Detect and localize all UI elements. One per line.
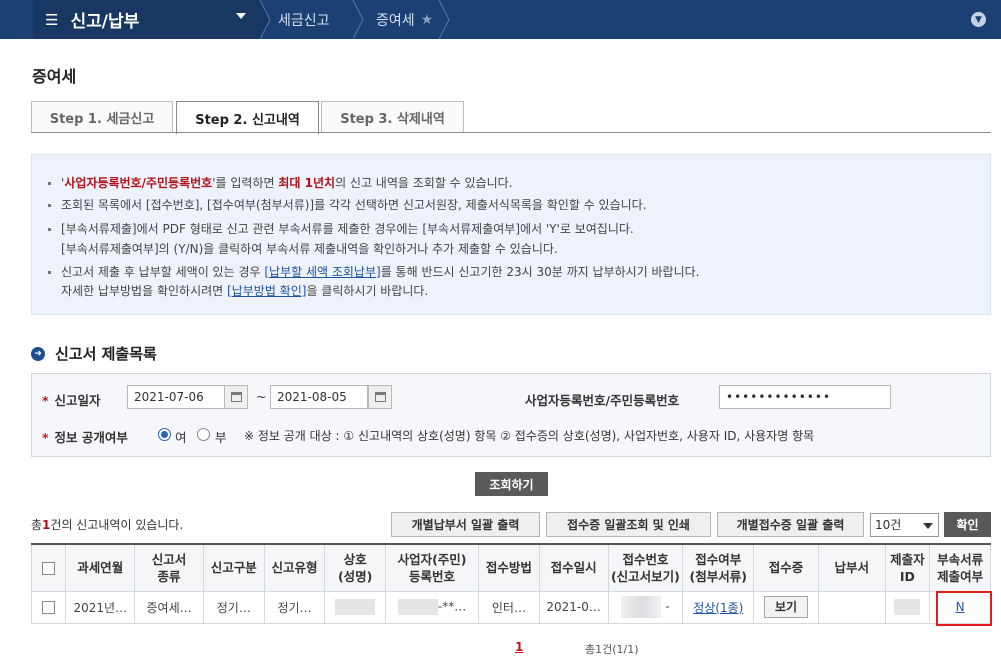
section-title: ➜ 신고서 제출목록 (31, 343, 157, 364)
id-input[interactable]: ••••••••••••• (719, 385, 891, 409)
public-note: ※ 정보 공개 대상 : ① 신고내역의 상호(성명) 항목 ② 접수증의 상호… (244, 429, 815, 443)
breadcrumb-tax-report[interactable]: 세금신고 (278, 0, 330, 39)
col-header: 부속서류 제출여부 (929, 543, 991, 592)
info-line: 조회된 목록에서 [접수번호], [접수여부(첨부서류)]를 각각 선택하면 신… (48, 196, 647, 213)
calendar-icon[interactable] (224, 385, 248, 409)
cell-method: 인터… (478, 590, 540, 624)
info-line: 신고서 제출 후 납부할 세액이 있는 경우 [납부할 세액 조회납부]를 통해… (48, 263, 700, 280)
info-line: '사업자등록번호/주민등록번호'를 입력하면 최대 1년치의 신고 내역을 조회… (48, 174, 513, 191)
info-line: 자세한 납부방법을 확인하시려면 [납부방법 확인]을 클릭하시기 바랍니다. (61, 284, 429, 298)
row-checkbox-cell[interactable] (30, 590, 67, 624)
public-yes-radio[interactable] (158, 428, 171, 441)
expand-icon[interactable]: ▼ (971, 12, 986, 27)
col-header: 접수일시 (538, 543, 609, 592)
cell-category: 정기… (202, 590, 265, 624)
highlight-box (936, 591, 992, 626)
col-header: 과세연월 (65, 543, 136, 592)
page-info: 총1건(1/1) (585, 643, 639, 656)
col-header: 상호 (성명) (324, 543, 387, 592)
breadcrumb-separator-icon (258, 0, 270, 39)
batch-payment-print-button[interactable]: 개별납부서 일괄 출력 (391, 512, 540, 537)
public-label: * 정보 공개여부 (42, 430, 128, 445)
cell-receipt-no[interactable]: - (607, 590, 684, 624)
section-title-label: 신고서 제출목록 (55, 345, 157, 363)
cell-datetime: 2021-0… (538, 590, 609, 624)
id-label: 사업자등록번호/주민등록번호 (525, 393, 680, 408)
cell-submitter (884, 590, 931, 624)
info-line: [부속서류제출여부]의 (Y/N)을 클릭하여 부속서류 제출내역을 확인하거나… (61, 242, 558, 256)
col-header: 접수증 (753, 543, 819, 592)
date-label: * 신고일자 (42, 393, 101, 408)
tax-payment-link[interactable]: [납부할 세액 조회납부] (264, 265, 380, 279)
individual-receipt-print-button[interactable]: 개별접수증 일괄 출력 (717, 512, 864, 537)
breadcrumb-separator-icon (352, 0, 364, 39)
payment-method-link[interactable]: [납부방법 확인] (227, 284, 306, 298)
select-all-checkbox[interactable] (42, 562, 56, 576)
col-header: 사업자(주민) 등록번호 (385, 543, 480, 592)
receipt-batch-print-button[interactable]: 접수증 일괄조회 및 인쇄 (546, 512, 711, 537)
breadcrumb-label: 증여세 (376, 12, 415, 29)
page-current[interactable]: 1 (515, 640, 523, 654)
cell-period: 2021년… (65, 590, 136, 624)
cell-receipt: 보기 (753, 590, 819, 624)
info-box: '사업자등록번호/주민등록번호'를 입력하면 최대 1년치의 신고 내역을 조회… (31, 154, 991, 315)
public-no-label: 부 (215, 430, 227, 445)
col-header: 제출자 ID (884, 543, 931, 592)
public-yes-label: 여 (175, 430, 187, 445)
breadcrumb-separator-icon (438, 0, 450, 39)
row-checkbox[interactable] (42, 601, 56, 614)
tab-step3[interactable]: Step 3. 삭제내역 (321, 101, 464, 133)
cell-status: 정상(1종) (682, 590, 755, 624)
menu-icon: ☰ (45, 10, 59, 29)
redacted-name (335, 599, 376, 615)
date-from-input[interactable]: 2021-07-06 (127, 385, 225, 409)
tab-step2[interactable]: Step 2. 신고내역 (176, 101, 319, 134)
redacted-submitter (894, 599, 921, 615)
redacted-receipt-no (621, 596, 662, 618)
breadcrumb-gift-tax[interactable]: 증여세 ★ (376, 0, 433, 39)
redacted-reg-no (397, 599, 438, 615)
search-panel: * 신고일자 2021-07-06 ~ 2021-08-05 사업자등록번호/주민… (31, 373, 991, 457)
cell-reg-no: -**… (385, 590, 480, 624)
col-header: 접수방법 (478, 543, 540, 592)
breadcrumb-label: 세금신고 (278, 12, 330, 29)
cell-kind: 정기… (263, 590, 326, 624)
chevron-down-icon (236, 13, 246, 19)
filing-table: 과세연월 신고서 종류 신고구분 신고유형 상호 (성명) 사업자(주민) 등록번호 … (30, 543, 991, 624)
col-header: 납부서 (817, 543, 886, 592)
tab-step1[interactable]: Step 1. 세금신고 (31, 101, 173, 133)
cell-type: 증여세… (134, 590, 204, 624)
tab-divider (31, 132, 991, 133)
col-header: 신고유형 (263, 543, 326, 592)
col-header: 접수번호 (신고서보기) (607, 543, 684, 592)
col-header: 신고구분 (202, 543, 265, 592)
date-range-tilde: ~ (256, 389, 267, 404)
col-header: 접수여부 (첨부서류) (682, 543, 755, 592)
page-size-select[interactable]: 10건 (870, 513, 939, 537)
arrow-right-circle-icon: ➜ (31, 346, 45, 361)
col-header: 신고서 종류 (134, 543, 204, 592)
select-all-checkbox-cell[interactable] (30, 543, 67, 592)
page-title: 증여세 (32, 67, 77, 86)
cell-name (324, 590, 387, 624)
view-receipt-button[interactable]: 보기 (764, 596, 809, 618)
info-line: [부속서류제출]에서 PDF 형태로 신고 관련 부속서류를 제출한 경우에는 … (48, 220, 634, 237)
date-to-input[interactable]: 2021-08-05 (270, 385, 368, 409)
result-count: 총1건의 신고내역이 있습니다. (31, 518, 184, 532)
public-no-radio[interactable] (197, 428, 210, 441)
star-icon[interactable]: ★ (421, 12, 434, 28)
search-button[interactable]: 조회하기 (475, 472, 548, 496)
main-menu-label: 신고/납부 (70, 12, 140, 32)
table-header-row: 과세연월 신고서 종류 신고구분 신고유형 상호 (성명) 사업자(주민) 등록번호 … (30, 543, 991, 592)
top-nav-bar: ☰ 신고/납부 세금신고 증여세 ★ ▼ (0, 0, 1001, 39)
confirm-button[interactable]: 확인 (944, 512, 991, 537)
calendar-icon[interactable] (368, 385, 392, 409)
table-row: 2021년… 증여세… 정기… 정기… -**… 인터… 2021-0… - 정… (30, 590, 991, 624)
status-link[interactable]: 정상(1종) (693, 601, 743, 615)
cell-payment (817, 590, 886, 624)
main-menu-dropdown[interactable]: ☰ 신고/납부 (33, 0, 258, 39)
